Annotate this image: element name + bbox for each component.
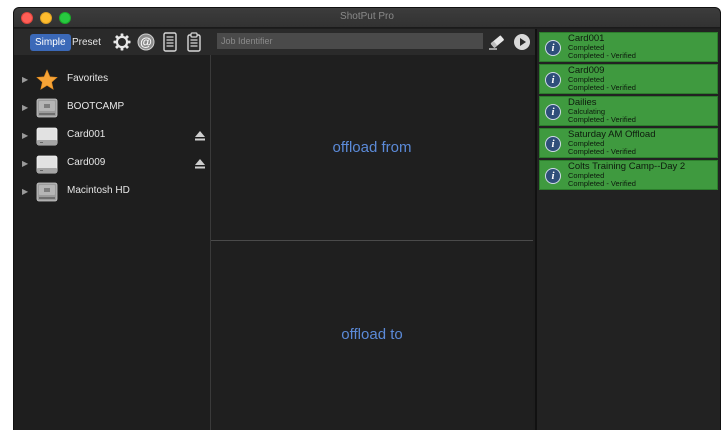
- offload-from-label: offload from: [332, 139, 412, 156]
- job-item-card009[interactable]: i Card009 Completed Completed - Verified: [539, 64, 718, 94]
- sidebar-item-card001[interactable]: ▶ Card001: [14, 123, 210, 149]
- eject-icon[interactable]: [194, 129, 206, 147]
- internal-drive-icon: [36, 181, 58, 208]
- at-icon[interactable]: @: [136, 32, 156, 57]
- disclosure-triangle-icon[interactable]: ▶: [22, 187, 28, 196]
- sidebar-item-favorites[interactable]: ▶ Favorites: [14, 67, 210, 93]
- job-item-dailies[interactable]: i Dailies Calculating Completed - Verifi…: [539, 96, 718, 126]
- job-verify-status: Completed - Verified: [568, 147, 636, 156]
- svg-text:@: @: [140, 35, 152, 49]
- job-queue-panel: i Card001 Completed Completed - Verified…: [537, 29, 720, 430]
- disclosure-triangle-icon[interactable]: ▶: [22, 103, 28, 112]
- gear-icon[interactable]: [112, 32, 132, 57]
- job-verify-status: Completed - Verified: [568, 115, 636, 124]
- document-icon[interactable]: [162, 32, 178, 57]
- job-verify-status: Completed - Verified: [568, 51, 636, 60]
- sidebar-item-label: Favorites: [67, 73, 109, 84]
- job-item-card001[interactable]: i Card001 Completed Completed - Verified: [539, 32, 718, 62]
- disclosure-triangle-icon[interactable]: ▶: [22, 131, 28, 140]
- sidebar-item-label: Card001: [67, 129, 106, 140]
- internal-drive-icon: [36, 97, 58, 124]
- eraser-icon[interactable]: [488, 33, 506, 56]
- sidebar-item-label: Macintosh HD: [67, 185, 130, 196]
- job-verify-status: Completed - Verified: [568, 179, 636, 188]
- job-item-colts-training-camp[interactable]: i Colts Training Camp--Day 2 Completed C…: [539, 160, 718, 190]
- external-drive-icon: [36, 125, 58, 152]
- info-icon[interactable]: i: [545, 72, 561, 88]
- offload-from-drop-zone[interactable]: offload from: [211, 55, 533, 240]
- toolbar: Simple Preset @ Job Identifier: [14, 29, 536, 55]
- eject-icon[interactable]: [194, 157, 206, 175]
- source-sidebar: ▶ Favorites ▶ BOOTCAMP ▶ Card001 ▶ Card0…: [14, 55, 210, 430]
- info-icon[interactable]: i: [545, 104, 561, 120]
- sidebar-item-label: Card009: [67, 157, 106, 168]
- clipboard-icon[interactable]: [186, 32, 202, 57]
- window-title: ShotPut Pro: [340, 11, 394, 22]
- offload-to-drop-zone[interactable]: offload to: [211, 241, 533, 430]
- sidebar-item-card009[interactable]: ▶ Card009: [14, 151, 210, 177]
- star-icon: [36, 69, 58, 96]
- sidebar-item-label: BOOTCAMP: [67, 101, 125, 112]
- external-drive-icon: [36, 153, 58, 180]
- preset-mode-button[interactable]: Preset: [72, 34, 101, 51]
- app-window: ShotPut Pro Simple Preset @ Job Identifi…: [14, 8, 720, 430]
- simple-mode-button[interactable]: Simple: [30, 34, 71, 51]
- job-identifier-input[interactable]: [217, 33, 483, 49]
- disclosure-triangle-icon[interactable]: ▶: [22, 75, 28, 84]
- offload-to-label: offload to: [341, 326, 403, 343]
- play-icon[interactable]: [513, 33, 531, 56]
- title-bar: ShotPut Pro: [14, 8, 720, 28]
- sidebar-item-macintosh-hd[interactable]: ▶ Macintosh HD: [14, 179, 210, 205]
- info-icon[interactable]: i: [545, 40, 561, 56]
- info-icon[interactable]: i: [545, 168, 561, 184]
- job-item-saturday-am-offload[interactable]: i Saturday AM Offload Completed Complete…: [539, 128, 718, 158]
- disclosure-triangle-icon[interactable]: ▶: [22, 159, 28, 168]
- job-verify-status: Completed - Verified: [568, 83, 636, 92]
- info-icon[interactable]: i: [545, 136, 561, 152]
- sidebar-item-bootcamp[interactable]: ▶ BOOTCAMP: [14, 95, 210, 121]
